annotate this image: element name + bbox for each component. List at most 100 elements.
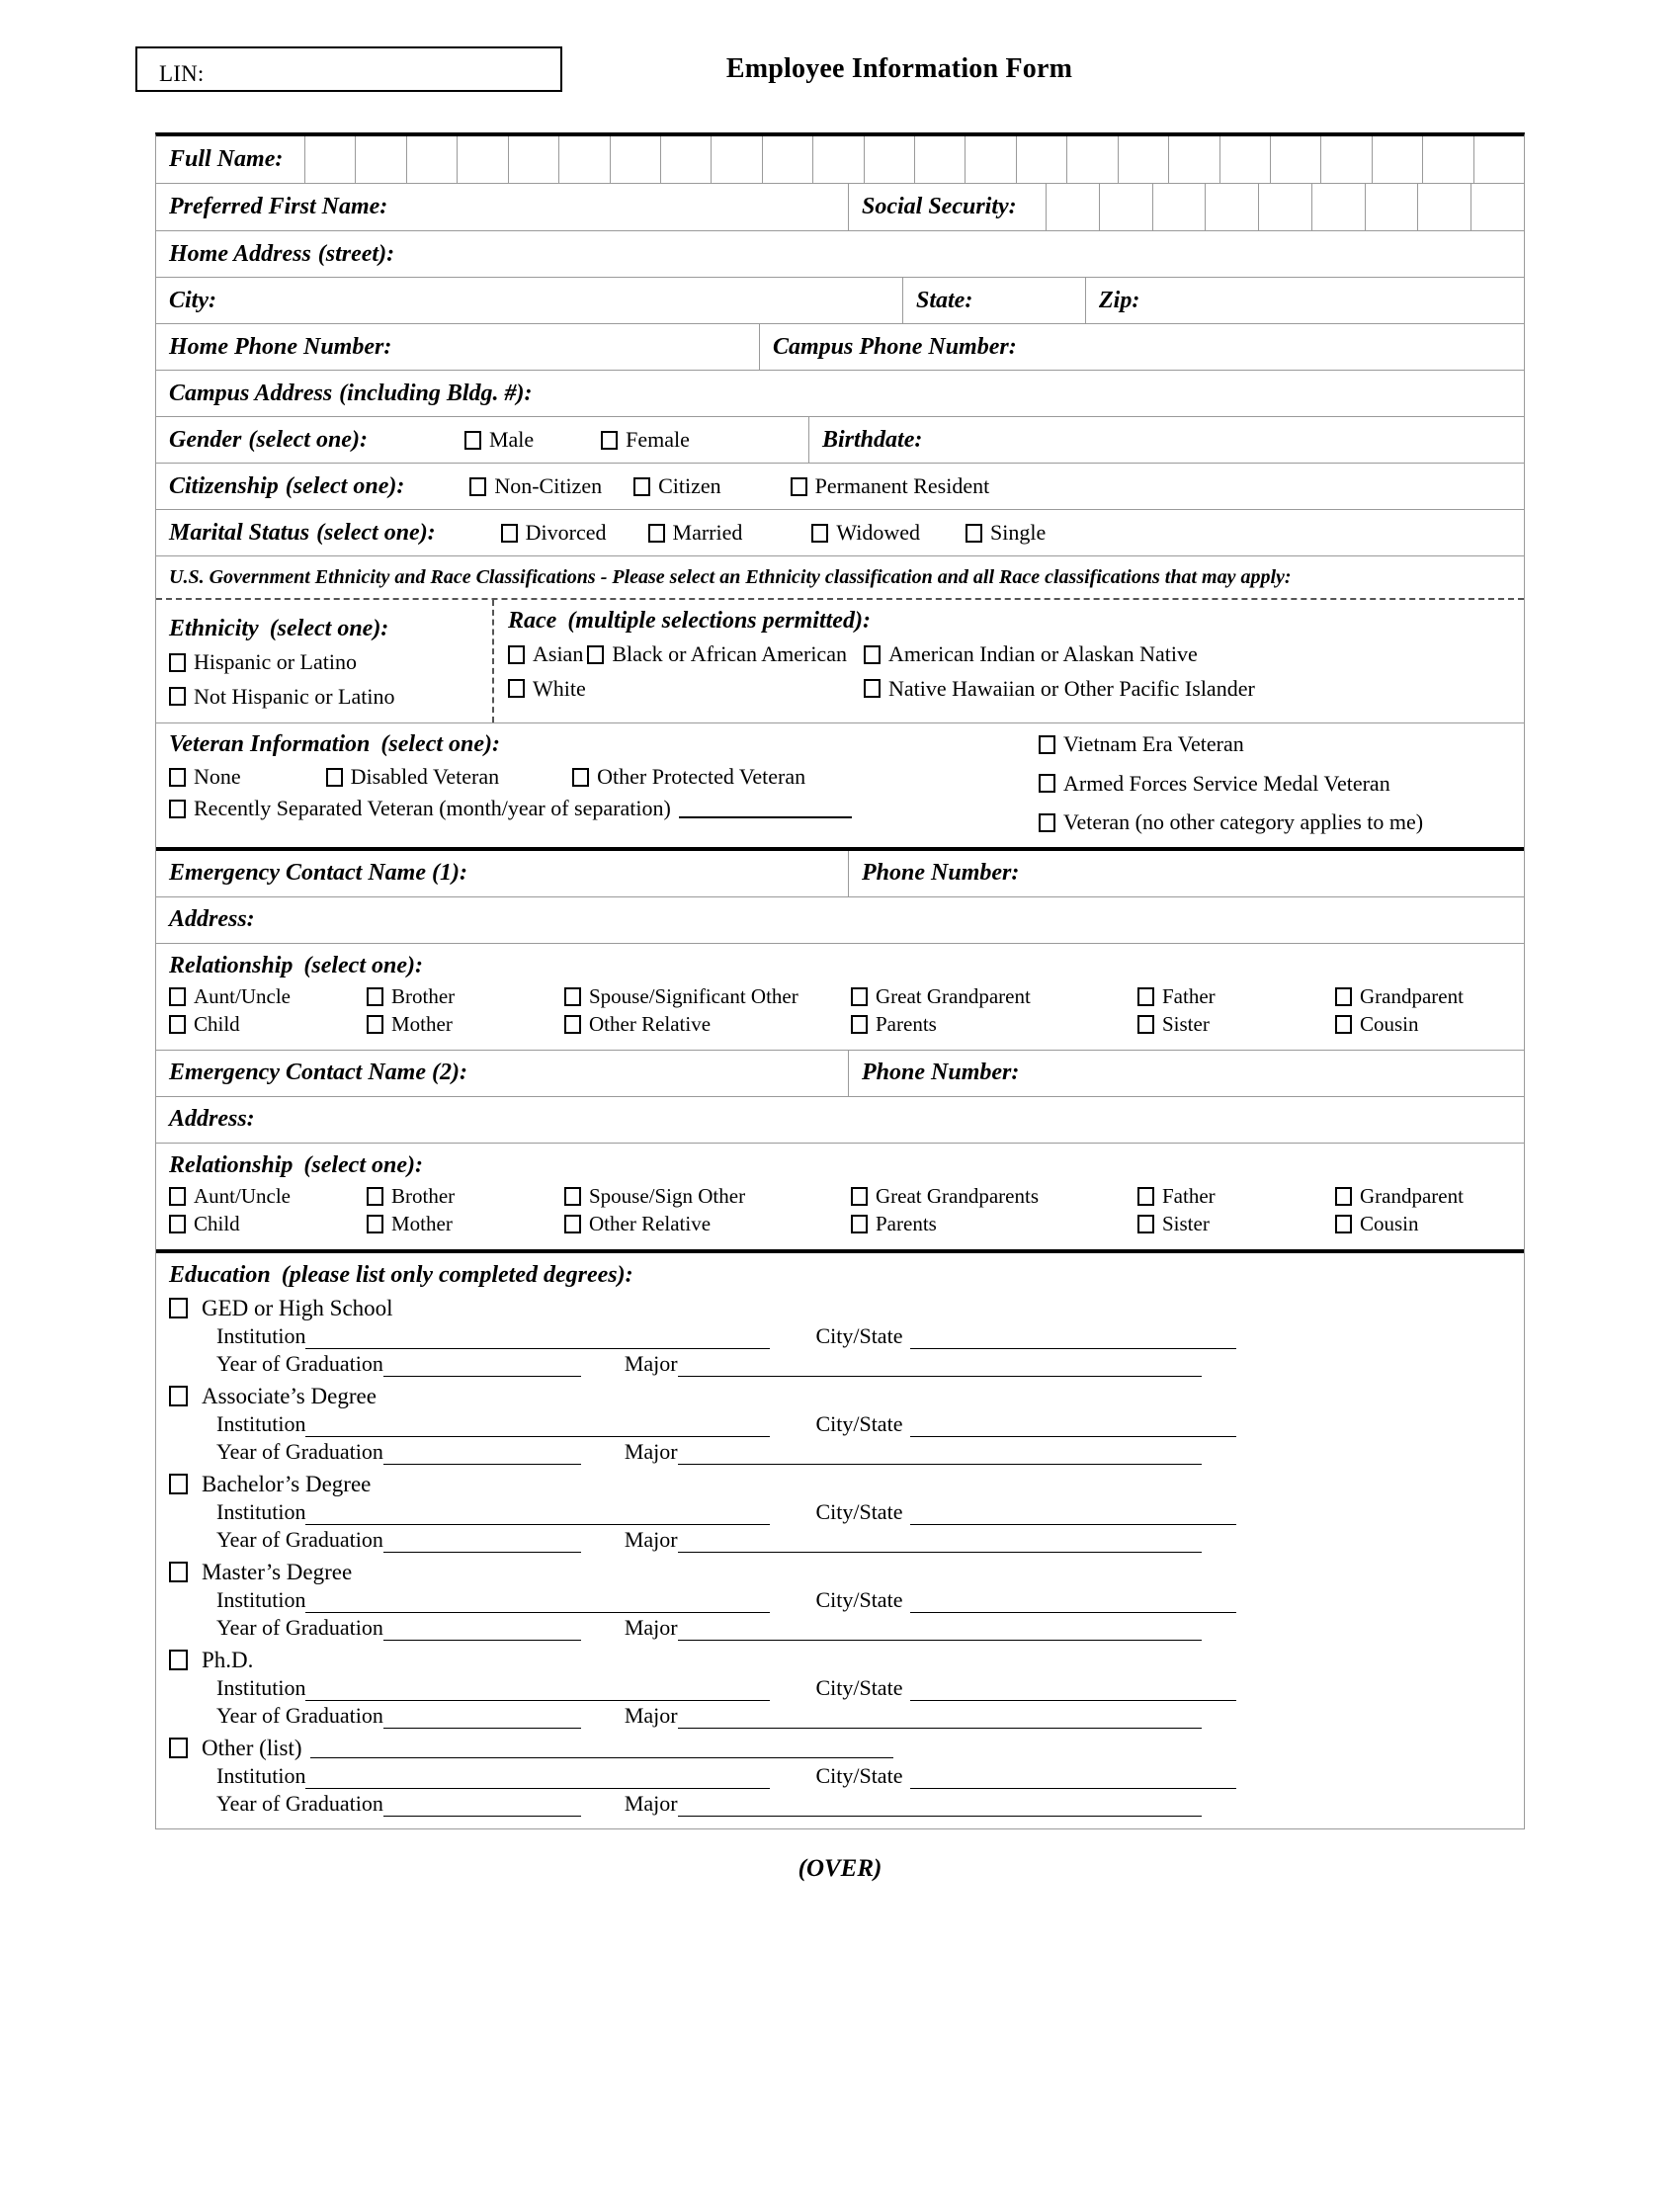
relationship-option-aunt-uncle[interactable]: Aunt/Uncle: [169, 984, 367, 1009]
checkbox-icon[interactable]: [647, 523, 665, 543]
relationship-option-child[interactable]: Child: [169, 1212, 367, 1236]
checkbox-icon[interactable]: [169, 1386, 188, 1406]
year-input[interactable]: [382, 1796, 581, 1817]
checkbox-icon[interactable]: [508, 644, 525, 664]
character-cell[interactable]: [914, 136, 965, 183]
character-cell[interactable]: [1066, 136, 1117, 183]
character-cell[interactable]: [711, 136, 761, 183]
gender-option-female[interactable]: Female: [601, 427, 690, 453]
zip-cell[interactable]: Zip:: [1085, 278, 1524, 323]
character-cell[interactable]: [1015, 136, 1066, 183]
character-cell[interactable]: [761, 136, 812, 183]
character-cell[interactable]: [1270, 136, 1320, 183]
relationship-option-aunt-uncle[interactable]: Aunt/Uncle: [169, 1184, 367, 1209]
checkbox-icon[interactable]: [500, 523, 518, 543]
institution-input[interactable]: [305, 1328, 771, 1349]
character-cell[interactable]: [1258, 184, 1311, 230]
checkbox-icon[interactable]: [169, 986, 186, 1006]
relationship-option-parents[interactable]: Parents: [851, 1012, 1137, 1037]
checkbox-icon[interactable]: [851, 1186, 868, 1206]
checkbox-icon[interactable]: [790, 476, 807, 496]
checkbox-icon[interactable]: [367, 1214, 383, 1233]
education-degree-row[interactable]: GED or High School: [169, 1296, 1524, 1321]
checkbox-icon[interactable]: [851, 986, 868, 1006]
emergency-phone-1-cell[interactable]: Phone Number:: [848, 850, 1524, 896]
relationship-option-grandparent[interactable]: Grandparent: [1335, 984, 1524, 1009]
home-address-cell[interactable]: Home Address (street):: [156, 231, 1524, 277]
checkbox-icon[interactable]: [564, 1214, 581, 1233]
relationship-option-sister[interactable]: Sister: [1137, 1012, 1335, 1037]
character-cell[interactable]: [1417, 184, 1470, 230]
checkbox-icon[interactable]: [169, 1562, 188, 1582]
relationship-option-child[interactable]: Child: [169, 1012, 367, 1037]
relationship-option-other-relative[interactable]: Other Relative: [564, 1012, 851, 1037]
relationship-option-cousin[interactable]: Cousin: [1335, 1012, 1524, 1037]
checkbox-icon[interactable]: [367, 1186, 383, 1206]
checkbox-icon[interactable]: [1137, 1186, 1154, 1206]
checkbox-icon[interactable]: [587, 644, 605, 664]
home-phone-cell[interactable]: Home Phone Number:: [156, 324, 759, 370]
character-cell[interactable]: [1168, 136, 1218, 183]
relationship-option-great-grandparents[interactable]: Great Grandparents: [851, 1184, 1137, 1209]
relationship-option-mother[interactable]: Mother: [367, 1012, 564, 1037]
relationship-option-brother[interactable]: Brother: [367, 984, 564, 1009]
major-input[interactable]: [677, 1356, 1202, 1377]
relationship-option-father[interactable]: Father: [1137, 1184, 1335, 1209]
major-input[interactable]: [677, 1796, 1202, 1817]
checkbox-icon[interactable]: [169, 1474, 188, 1494]
character-cell[interactable]: [659, 136, 711, 183]
ethnicity-option-not-hispanic[interactable]: Not Hispanic or Latino: [169, 684, 394, 710]
character-cell[interactable]: [1320, 136, 1371, 183]
character-cell[interactable]: [1098, 184, 1152, 230]
city-state-input[interactable]: [910, 1504, 1237, 1525]
institution-input[interactable]: [305, 1680, 771, 1701]
marital-option-married[interactable]: Married: [647, 520, 742, 546]
character-cell[interactable]: [558, 136, 609, 183]
veteran-option-vietnam-era[interactable]: Vietnam Era Veteran: [1039, 731, 1244, 757]
character-cell[interactable]: [355, 136, 405, 183]
institution-input[interactable]: [305, 1504, 771, 1525]
full-name-character-cells[interactable]: [304, 136, 1524, 183]
character-cell[interactable]: [609, 136, 660, 183]
preferred-first-name-cell[interactable]: Preferred First Name:: [156, 184, 848, 230]
other-degree-input[interactable]: [309, 1738, 893, 1758]
city-state-input[interactable]: [910, 1592, 1237, 1613]
emergency-contact-2-cell[interactable]: Emergency Contact Name (2):: [156, 1051, 848, 1096]
citizenship-option-non-citizen[interactable]: Non-Citizen: [469, 473, 602, 499]
checkbox-icon[interactable]: [564, 1014, 581, 1034]
checkbox-icon[interactable]: [169, 1014, 186, 1034]
relationship-option-cousin[interactable]: Cousin: [1335, 1212, 1524, 1236]
checkbox-icon[interactable]: [851, 1014, 868, 1034]
veteran-option-other-protected[interactable]: Other Protected Veteran: [572, 764, 805, 790]
major-input[interactable]: [677, 1708, 1202, 1729]
year-input[interactable]: [382, 1708, 581, 1729]
veteran-option-recently-separated[interactable]: Recently Separated Veteran (month/year o…: [169, 796, 671, 821]
checkbox-icon[interactable]: [864, 679, 881, 698]
city-state-input[interactable]: [910, 1328, 1237, 1349]
relationship-option-father[interactable]: Father: [1137, 984, 1335, 1009]
relationship-option-sister[interactable]: Sister: [1137, 1212, 1335, 1236]
character-cell[interactable]: [304, 136, 355, 183]
character-cell[interactable]: [1205, 184, 1258, 230]
education-degree-row[interactable]: Bachelor’s Degree: [169, 1472, 1524, 1497]
character-cell[interactable]: [1470, 184, 1524, 230]
citizenship-option-permanent-resident[interactable]: Permanent Resident: [790, 473, 989, 499]
checkbox-icon[interactable]: [1335, 986, 1352, 1006]
character-cell[interactable]: [457, 136, 507, 183]
character-cell[interactable]: [812, 136, 863, 183]
checkbox-icon[interactable]: [1335, 1014, 1352, 1034]
checkbox-icon[interactable]: [508, 679, 525, 698]
checkbox-icon[interactable]: [469, 476, 487, 496]
checkbox-icon[interactable]: [864, 644, 881, 664]
education-degree-row[interactable]: Other (list): [169, 1736, 1524, 1761]
checkbox-icon[interactable]: [1039, 774, 1055, 793]
character-cell[interactable]: [1117, 136, 1168, 183]
year-input[interactable]: [382, 1532, 581, 1553]
marital-option-single[interactable]: Single: [966, 520, 1046, 546]
relationship-option-mother[interactable]: Mother: [367, 1212, 564, 1236]
checkbox-icon[interactable]: [169, 1298, 188, 1318]
emergency-address-2-cell[interactable]: Address:: [156, 1097, 1524, 1143]
campus-address-cell[interactable]: Campus Address (including Bldg. #):: [156, 371, 1524, 416]
city-state-input[interactable]: [910, 1680, 1237, 1701]
checkbox-icon[interactable]: [851, 1214, 868, 1233]
